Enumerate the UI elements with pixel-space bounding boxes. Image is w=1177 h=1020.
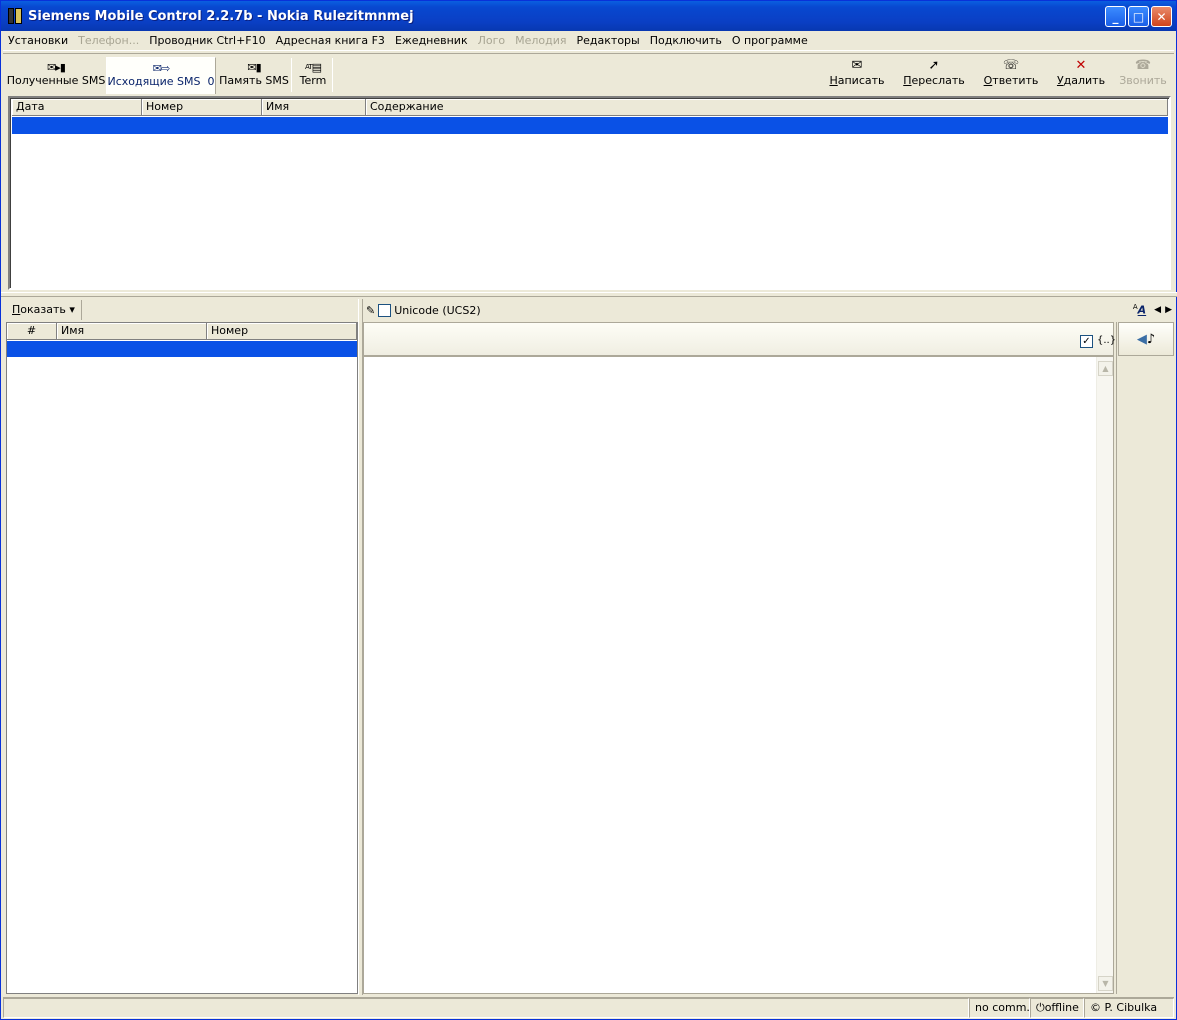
contacts-list[interactable]: # Имя Номер [6,322,358,994]
tab-separator [332,58,333,92]
menu-editors[interactable]: Редакторы [572,32,645,50]
menu-logo[interactable]: Лого [473,32,511,50]
arrow-left-icon[interactable]: ◀ [1154,305,1161,315]
toolbar: ✉▸▮ Полученные SMS ✉⇨ Исходящие SMS 0 ✉▮… [3,53,1174,95]
column-contact-name[interactable]: Имя [57,323,207,340]
forward-icon: ➚ [928,58,940,73]
contacts-toolbar: Показать ▾ [6,299,358,321]
status-main [3,998,969,1018]
column-content[interactable]: Содержание [366,99,1168,116]
scroll-down-icon[interactable]: ▼ [1098,976,1113,991]
forward-button[interactable]: ➚ Переслать [903,58,965,94]
tab-separator [291,58,292,92]
envelope-to-phone-icon: ✉▸▮ [47,60,66,74]
menu-bar: Установки Телефон... Проводник Ctrl+F10 … [3,31,1174,51]
sms-list-header: Дата Номер Имя Содержание [12,99,1168,116]
app-phones-icon [8,7,24,25]
pencil-icon[interactable]: ✎ [366,304,375,317]
tab-received-sms-label: Полученные SMS [6,74,106,87]
write-accel: Н [829,74,838,87]
reply-button[interactable]: ☏ Ответить [983,58,1039,94]
forward-accel: П [903,74,912,87]
main-window: Siemens Mobile Control 2.2.7b - Nokia Ru… [0,0,1177,1020]
tab-term[interactable]: AT ▤ Term [294,57,332,94]
envelope-icon: ✉ [851,58,863,73]
menu-about[interactable]: О программе [727,32,813,50]
tab-outgoing-sms-label: Исходящие SMS [107,75,201,88]
delete-x-icon: ✕ [1075,58,1087,73]
sound-tools-button[interactable]: ◀ ♪ [1118,322,1174,356]
terminal-icon: AT ▤ [305,60,322,74]
column-contact-number[interactable]: Номер [207,323,357,340]
font-icon-letter: A [1137,303,1147,317]
menu-address-book[interactable]: Адресная книга F3 [271,32,390,50]
horizontal-splitter[interactable] [1,292,1177,297]
music-note-icon: ♪ [1146,331,1156,347]
message-editor[interactable]: ▲ ▼ [363,356,1114,994]
menu-settings[interactable]: Установки [3,32,73,50]
write-label: аписать [837,74,885,87]
reply-label: тветить [992,74,1039,87]
terminal-icon-text: AT [305,63,312,71]
table-row[interactable] [12,117,1168,134]
braces-checkbox[interactable]: ✓ [1080,335,1093,348]
maximize-button[interactable]: □ [1128,6,1149,27]
show-label: оказать [20,303,66,316]
menu-phone[interactable]: Телефон... [73,32,144,50]
arrow-right-icon[interactable]: ▶ [1165,305,1172,315]
braces-label: {..} [1097,335,1117,346]
column-number[interactable]: Номер [142,99,262,116]
tab-term-label: Term [299,74,327,87]
menu-melody[interactable]: Мелодия [510,32,571,50]
tab-outgoing-sms-count: 0 [207,75,215,88]
tab-outgoing-sms[interactable]: ✉⇨ Исходящие SMS 0 [106,57,216,94]
tab-sms-memory[interactable]: ✉▮ Память SMS [218,57,290,94]
close-button[interactable]: ✕ [1151,6,1172,27]
editor-header: ✓ {..} [363,322,1117,356]
delete-label: далить [1063,74,1106,87]
write-button[interactable]: ✉ Написать [829,58,885,94]
menu-explorer[interactable]: Проводник Ctrl+F10 [144,32,270,50]
speaker-icon: ◀ [1136,331,1147,347]
show-dropdown-button[interactable]: Показать ▾ [6,300,82,320]
scroll-up-icon[interactable]: ▲ [1098,361,1113,376]
status-connection: ⏻offline [1030,998,1084,1018]
forward-label: ереслать [911,74,965,87]
call-label: Звонить [1119,74,1167,87]
delete-accel: У [1056,74,1064,87]
menu-organizer[interactable]: Ежедневник [390,32,473,50]
envelope-arrow-icon: ✉⇨ [152,61,170,75]
reply-icon: ☏ [1002,58,1020,73]
column-date[interactable]: Дата [12,99,142,116]
status-bar: no comm. ⏻offline © P. Cibulka [3,997,1174,1018]
envelope-memory-icon: ✉▮ [247,60,261,74]
tab-received-sms[interactable]: ✉▸▮ Полученные SMS [6,57,106,94]
unicode-checkbox[interactable] [378,303,392,317]
list-item[interactable] [7,341,357,357]
tab-sms-memory-label: Память SMS [219,74,289,87]
title-bar[interactable]: Siemens Mobile Control 2.2.7b - Nokia Ru… [1,1,1176,31]
unicode-label: Unicode (UCS2) [394,303,481,317]
status-author: © P. Cibulka [1084,998,1174,1018]
status-comm: no comm. [969,998,1030,1018]
sms-list[interactable]: Дата Номер Имя Содержание [8,96,1171,290]
editor-scrollbar[interactable]: ▲ ▼ [1096,357,1113,993]
editor-toolbar: ✎ Unicode (UCS2) AA ◀ ▶ [363,299,1174,321]
contacts-list-header: # Имя Номер [7,323,357,340]
reply-accel: О [983,74,993,87]
column-name[interactable]: Имя [262,99,366,116]
font-icon[interactable]: AA [1133,303,1146,317]
chevron-down-icon: ▾ [69,303,75,316]
menu-connect[interactable]: Подключить [645,32,727,50]
side-pane: ◀ ♪ [1116,322,1174,994]
column-index[interactable]: # [7,323,57,340]
delete-button[interactable]: ✕ Удалить [1056,58,1106,94]
phone-icon: ☎ [1134,58,1152,73]
call-button[interactable]: ☎ Звонить [1118,58,1168,94]
window-title: Siemens Mobile Control 2.2.7b - Nokia Ru… [28,8,414,24]
minimize-button[interactable]: _ [1105,6,1126,27]
status-connection-label: offline [1044,1001,1079,1014]
power-icon: ⏻ [1036,1001,1045,1014]
